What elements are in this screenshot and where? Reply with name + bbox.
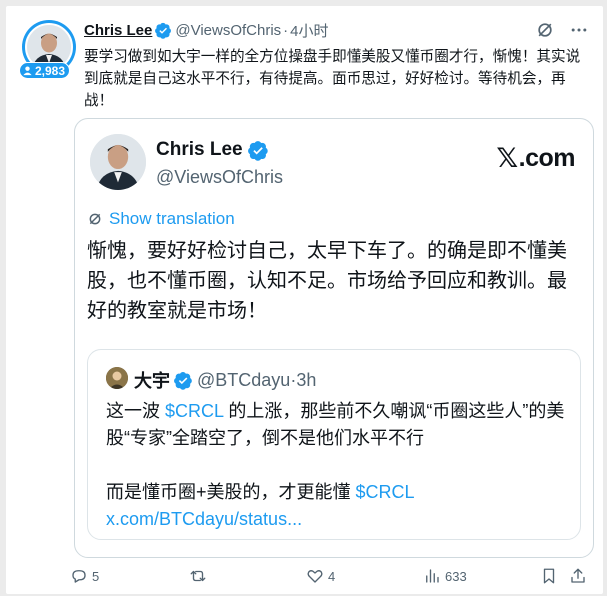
repost-button[interactable] <box>189 564 211 588</box>
x-com-logo: 𝕏 .com <box>496 143 575 174</box>
bookmark-button[interactable] <box>540 564 558 588</box>
bookmark-icon <box>543 568 555 584</box>
follower-count-badge: 2,983 <box>19 62 71 79</box>
inner-avatar[interactable] <box>106 367 128 389</box>
follower-count: 2,983 <box>35 63 66 78</box>
x-logo-icon: 𝕏 <box>496 143 518 173</box>
like-count: 4 <box>328 568 336 584</box>
inner-paragraph-2: 而是懂币圈+美股的，才更能懂 $CRCL x.com/BTCdayu/statu… <box>106 479 566 533</box>
inner-author-handle: @BTCdayu <box>197 369 291 390</box>
inner-text-part: 这一波 <box>106 401 166 421</box>
x-com-text: .com <box>518 144 576 172</box>
share-icon <box>571 568 585 583</box>
card-text: 惭愧，要好好检讨自己，太早下车了。的确是即不懂美股，也不懂币圈，认知不足。市场给… <box>87 240 567 322</box>
inner-post-time: 3h <box>296 369 317 390</box>
card-avatar[interactable] <box>90 134 146 190</box>
reply-icon <box>72 570 86 583</box>
grok-icon[interactable] <box>535 20 555 40</box>
person-icon <box>23 66 32 76</box>
card-author-name: Chris Lee <box>156 139 272 161</box>
cashtag-link[interactable]: $CRCL <box>165 401 223 421</box>
inner-text-part: 而是懂币圈+美股的，才更能懂 <box>106 482 356 502</box>
verified-badge-icon <box>174 371 192 390</box>
reply-button[interactable]: 5 <box>70 564 99 588</box>
inner-header: 大宇 @BTCdayu · 3h <box>134 367 316 393</box>
separator-dot: · <box>283 21 289 39</box>
card-name-text: Chris Lee <box>156 139 243 160</box>
post-card[interactable]: 2,983 Chris Lee @ViewsOfChris · 4小时 要学习做… <box>6 6 603 594</box>
action-bar: 5 4 633 <box>6 564 603 588</box>
verified-badge-icon <box>247 140 268 161</box>
grok-icon <box>89 213 101 225</box>
show-translation-link[interactable]: Show translation <box>87 209 235 229</box>
inner-quoted-tweet[interactable]: 大宇 @BTCdayu · 3h 这一波 $CRCL 的上涨，那些前不久嘲讽“币… <box>87 349 581 540</box>
card-author-handle: @ViewsOfChris <box>156 167 283 187</box>
author-handle[interactable]: @ViewsOfChris <box>175 22 281 39</box>
analytics-icon <box>426 569 439 583</box>
show-translation-label: Show translation <box>109 209 235 228</box>
quoted-tweet-card[interactable]: Chris Lee @ViewsOfChris 𝕏 .com Show tran… <box>74 118 594 558</box>
inner-paragraph-1: 这一波 $CRCL 的上涨，那些前不久嘲讽“币圈这些人”的美股“专家”全踏空了，… <box>106 398 566 452</box>
heart-icon <box>307 570 323 583</box>
views-button[interactable]: 633 <box>423 564 467 588</box>
share-button[interactable] <box>569 564 587 588</box>
views-count: 633 <box>445 568 467 584</box>
post-time[interactable]: 4小时 <box>290 20 328 41</box>
inner-author-name: 大宇 <box>134 371 170 391</box>
author-name[interactable]: Chris Lee <box>84 22 152 39</box>
reply-count: 5 <box>92 568 100 584</box>
repost-icon <box>190 570 206 582</box>
post-header: Chris Lee @ViewsOfChris · 4小时 <box>84 20 589 40</box>
like-button[interactable]: 4 <box>306 564 335 588</box>
post-text: 要学习做到如大宇一样的全方位操盘手即懂美股又懂币圈才行，惭愧！其实说到底就是自己… <box>84 49 581 109</box>
inner-text: 这一波 $CRCL 的上涨，那些前不久嘲讽“币圈这些人”的美股“专家”全踏空了，… <box>106 398 566 533</box>
more-options-icon[interactable] <box>569 20 589 40</box>
verified-badge-icon <box>155 22 172 39</box>
